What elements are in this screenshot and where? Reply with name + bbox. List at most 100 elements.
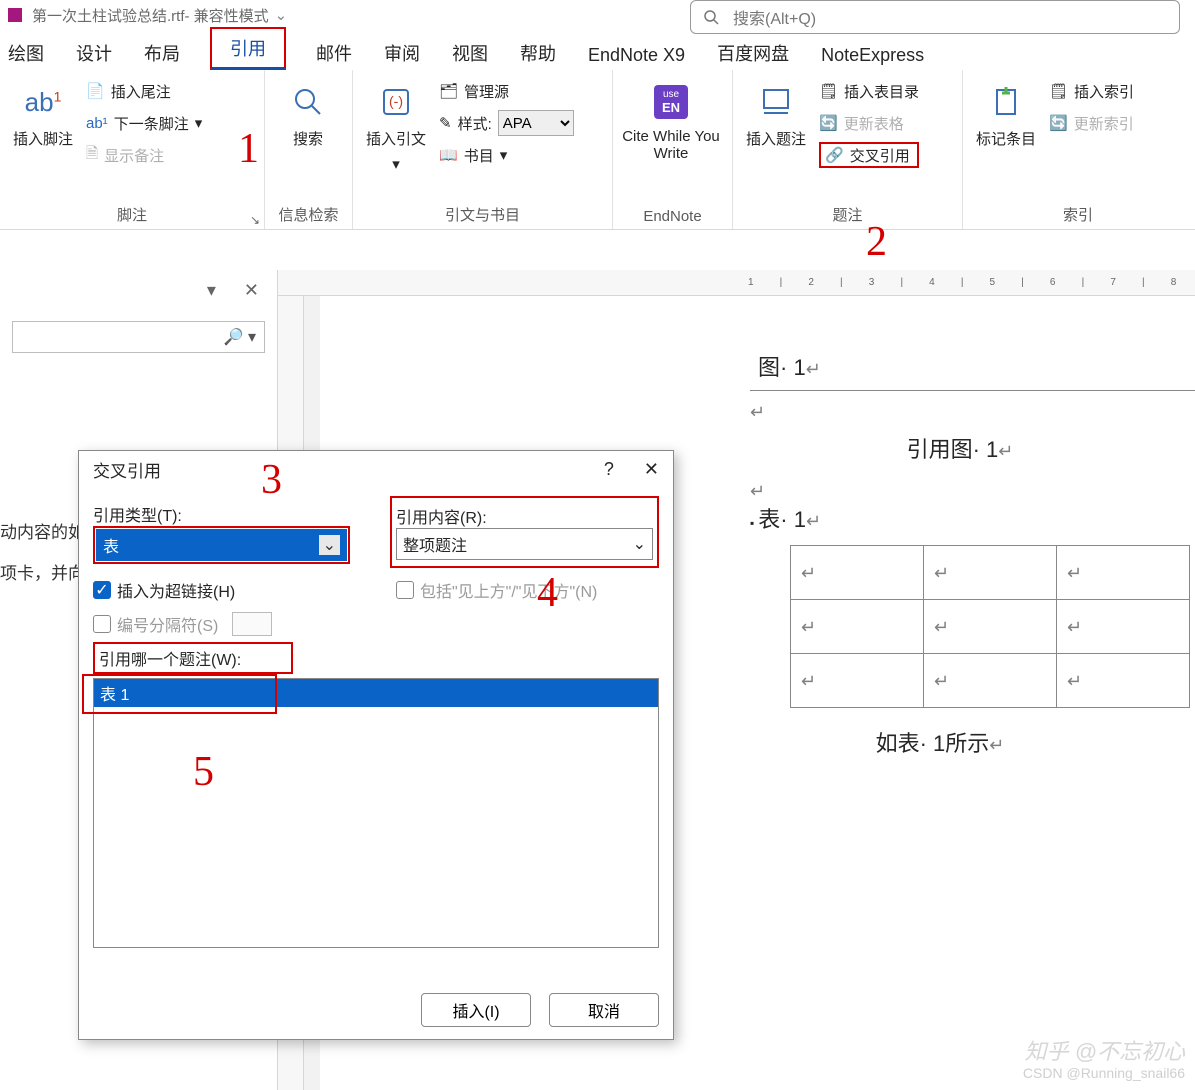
global-search[interactable]: 搜索(Alt+Q) bbox=[690, 0, 1180, 34]
footnote-icon: ab1 bbox=[25, 82, 62, 122]
separator-label: 编号分隔符(S) bbox=[117, 612, 218, 636]
group-research: 搜索 信息检索 bbox=[265, 70, 353, 229]
insert-endnote-button[interactable]: 📄插入尾注 bbox=[86, 78, 202, 104]
research-label: 搜索 bbox=[293, 128, 323, 149]
insert-index-button[interactable]: 🗒插入索引 bbox=[1049, 78, 1134, 104]
insert-citation-button[interactable]: (-) 插入引文 ▾ bbox=[361, 76, 431, 173]
tab-mail[interactable]: 邮件 bbox=[314, 36, 354, 70]
document-table[interactable]: ↵↵↵ ↵↵↵ ↵↵↵ bbox=[790, 545, 1190, 708]
ribbon-tabs: 绘图 设计 布局 引用 邮件 审阅 视图 帮助 EndNote X9 百度网盘 … bbox=[0, 30, 1195, 70]
update-table-button: 🔄更新表格 bbox=[819, 110, 919, 136]
include-above-checkbox bbox=[396, 581, 414, 599]
bibliography-button[interactable]: 📖书目▾ bbox=[439, 142, 574, 168]
annotation-5: 5 bbox=[193, 748, 214, 796]
group-index-label: 索引 bbox=[971, 202, 1185, 227]
insert-caption-label: 插入题注 bbox=[746, 128, 806, 149]
help-icon[interactable]: ? bbox=[604, 459, 614, 480]
group-caption: 插入题注 🗒插入表目录 🔄更新表格 🔗交叉引用 题注 bbox=[733, 70, 963, 229]
figure-caption: 图· 1 bbox=[758, 355, 806, 380]
hyperlink-label: 插入为超链接(H) bbox=[117, 578, 235, 602]
cross-reference-dialog: 交叉引用 ? ✕ 引用类型(T): 表 ⌄ 引用内容(R): 整项题注 ⌄ bbox=[78, 450, 674, 1040]
style-icon: ✎ bbox=[439, 114, 452, 132]
mark-icon bbox=[991, 82, 1021, 122]
caption-icon bbox=[761, 82, 791, 122]
tab-noteexpress[interactable]: NoteExpress bbox=[819, 41, 926, 70]
dialog-title: 交叉引用 bbox=[93, 457, 161, 482]
research-button[interactable]: 搜索 bbox=[273, 76, 343, 149]
group-footnote-label: 脚注 bbox=[8, 202, 256, 227]
annotation-1: 1 bbox=[238, 125, 259, 173]
group-index: 标记条目 🗒插入索引 🔄更新索引 索引 bbox=[963, 70, 1193, 229]
citation-style-select[interactable]: APA bbox=[498, 110, 574, 136]
separator-input bbox=[232, 612, 272, 636]
caption-listbox[interactable]: 表 1 bbox=[93, 678, 659, 948]
group-citation: (-) 插入引文 ▾ 🗂管理源 ✎样式:APA 📖书目▾ 引文与书目 bbox=[353, 70, 613, 229]
annotation-2: 2 bbox=[866, 218, 887, 266]
update-icon: 🔄 bbox=[819, 114, 838, 132]
search-icon: 🔎 ▾ bbox=[224, 327, 256, 347]
cwyw-label: Cite While You Write bbox=[621, 128, 721, 162]
insert-footnote-label: 插入脚注 bbox=[13, 128, 73, 149]
mark-entry-button[interactable]: 标记条目 bbox=[971, 76, 1041, 149]
ref-type-label: 引用类型(T): bbox=[93, 502, 350, 526]
close-icon[interactable]: ✕ bbox=[644, 459, 659, 480]
biblio-icon: 📖 bbox=[439, 146, 458, 164]
dropdown-icon[interactable]: ▾ bbox=[207, 280, 216, 301]
insert-button[interactable]: 插入(I) bbox=[421, 993, 531, 1027]
insert-caption-button[interactable]: 插入题注 bbox=[741, 76, 811, 149]
tab-help[interactable]: 帮助 bbox=[518, 36, 558, 70]
chevron-down-icon[interactable]: ⌄ bbox=[275, 6, 288, 24]
tab-baidu[interactable]: 百度网盘 bbox=[715, 36, 791, 70]
document-content[interactable]: 图· 1↵ ↵ 引用图· 1↵ ↵ ▪表· 1↵ ↵↵↵ ↵↵↵ ↵↵↵ 如表·… bbox=[750, 346, 1190, 764]
search-placeholder: 搜索(Alt+Q) bbox=[733, 5, 816, 29]
list-item[interactable]: 表 1 bbox=[94, 679, 658, 707]
group-footnote: ab1 插入脚注 📄插入尾注 ab¹下一条脚注▾ 🗎显示备注 脚注 ↘ bbox=[0, 70, 265, 229]
index-icon: 🗒 bbox=[1049, 82, 1068, 100]
doc-mode: - 兼容性模式 bbox=[185, 5, 269, 26]
group-endnote: useEN Cite While You Write EndNote bbox=[613, 70, 733, 229]
ref-content-label: 引用内容(R): bbox=[396, 504, 653, 528]
tab-layout[interactable]: 布局 bbox=[142, 36, 182, 70]
crossref-icon: 🔗 bbox=[825, 146, 844, 164]
tab-endnote[interactable]: EndNote X9 bbox=[586, 41, 687, 70]
cancel-button[interactable]: 取消 bbox=[549, 993, 659, 1027]
insert-citation-label: 插入引文 bbox=[366, 128, 426, 149]
citation-icon: (-) bbox=[380, 82, 412, 122]
tab-design[interactable]: 设计 bbox=[74, 36, 114, 70]
group-citation-label: 引文与书目 bbox=[361, 202, 604, 227]
table-caption: 表· 1 bbox=[758, 507, 806, 532]
style-select-row[interactable]: ✎样式:APA bbox=[439, 110, 574, 136]
ref-type-select[interactable]: 表 ⌄ bbox=[96, 529, 347, 561]
hyperlink-checkbox[interactable]: ✓ bbox=[93, 581, 111, 599]
next-icon: ab¹ bbox=[86, 115, 108, 132]
manage-sources-button[interactable]: 🗂管理源 bbox=[439, 78, 574, 104]
endnote-icon: useEN bbox=[654, 82, 688, 122]
chevron-down-icon: ▾ bbox=[392, 155, 400, 173]
update-index-button: 🔄更新索引 bbox=[1049, 110, 1134, 136]
next-footnote-button[interactable]: ab¹下一条脚注▾ bbox=[86, 110, 202, 136]
app-icon bbox=[8, 8, 22, 22]
update-icon: 🔄 bbox=[1049, 114, 1068, 132]
cite-while-write-button[interactable]: useEN Cite While You Write bbox=[621, 76, 721, 162]
footnote-launcher[interactable]: ↘ bbox=[250, 213, 260, 227]
tab-review[interactable]: 审阅 bbox=[382, 36, 422, 70]
chevron-down-icon: ⌄ bbox=[319, 535, 340, 555]
group-caption-label: 题注 bbox=[741, 202, 954, 227]
tab-draw[interactable]: 绘图 bbox=[6, 36, 46, 70]
ref-content-select[interactable]: 整项题注 ⌄ bbox=[396, 528, 653, 560]
svg-text:(-): (-) bbox=[389, 93, 403, 109]
tab-view[interactable]: 视图 bbox=[450, 36, 490, 70]
insert-footnote-button[interactable]: ab1 插入脚注 bbox=[8, 76, 78, 149]
cross-reference-button[interactable]: 🔗交叉引用 bbox=[819, 142, 919, 168]
close-icon[interactable]: ✕ bbox=[244, 280, 259, 301]
doc-filename: 第一次土柱试验总结.rtf bbox=[32, 5, 185, 26]
separator-checkbox bbox=[93, 615, 111, 633]
tab-references[interactable]: 引用 bbox=[210, 27, 286, 70]
endnote-icon: 📄 bbox=[86, 82, 105, 100]
group-endnote-label: EndNote bbox=[621, 206, 724, 227]
figure-ref: 引用图· 1 bbox=[907, 437, 999, 462]
insert-tof-button[interactable]: 🗒插入表目录 bbox=[819, 78, 919, 104]
annotation-4: 4 bbox=[537, 569, 558, 617]
nav-search[interactable]: 🔎 ▾ bbox=[12, 321, 265, 353]
horizontal-ruler[interactable]: 1 | 2 | 3 | 4 | 5 | 6 | 7 | 8 | 9 | 10 |… bbox=[278, 270, 1195, 296]
